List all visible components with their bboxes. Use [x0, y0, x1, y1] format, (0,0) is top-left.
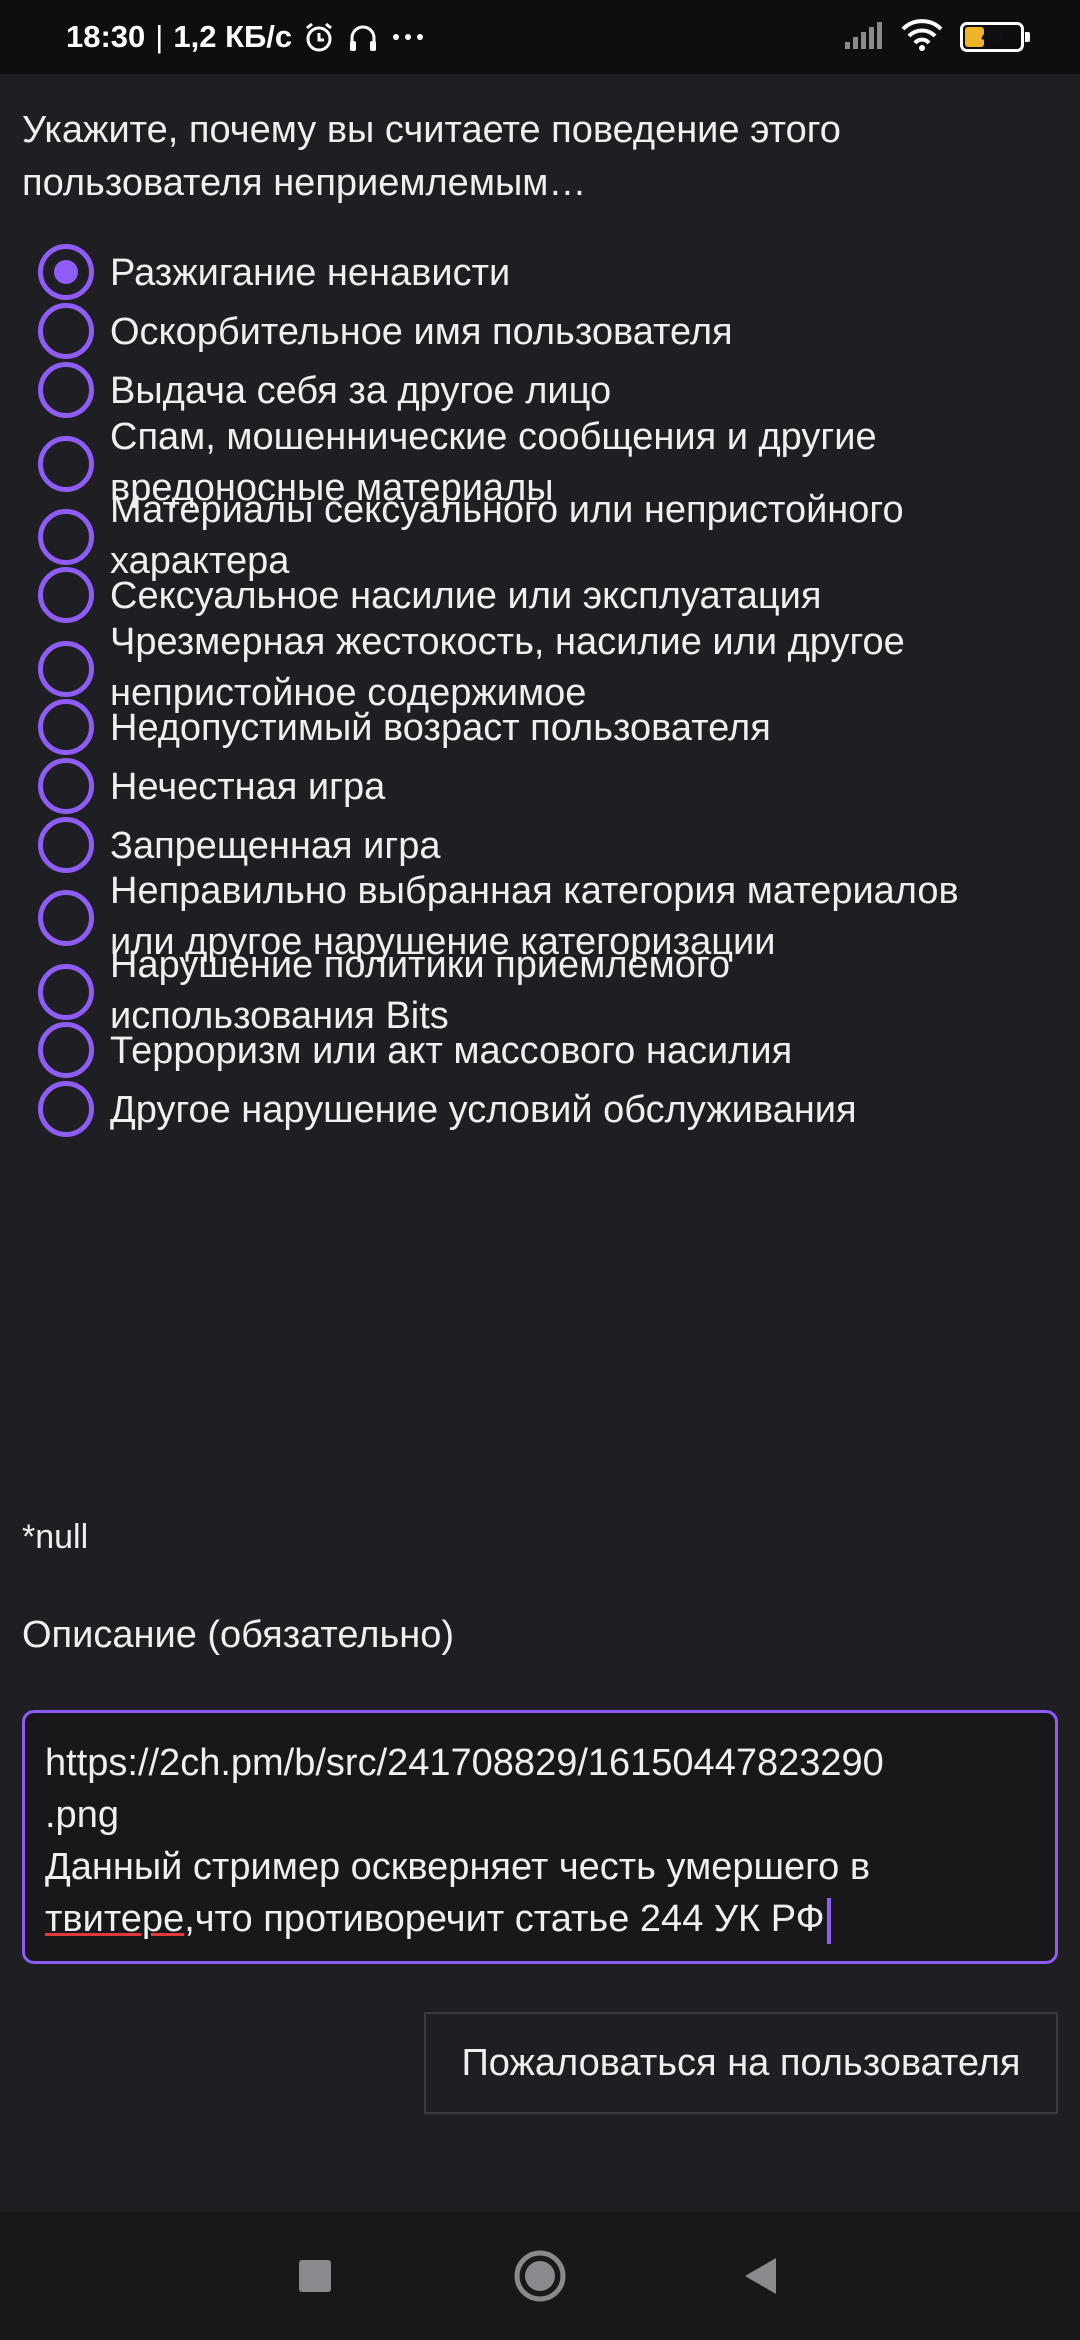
radio-button[interactable] [38, 303, 94, 359]
battery-level: 40 [981, 26, 1003, 47]
battery-icon: 40 [960, 22, 1030, 52]
radio-button[interactable] [38, 362, 94, 418]
navigation-bar [0, 2212, 1080, 2340]
description-field[interactable]: https://2ch.pm/b/src/241708829/161504478… [22, 1710, 1058, 1964]
description-label: Описание (обязательно) [22, 1614, 455, 1656]
description-line-3: Данный стример оскверняет честь умершего… [45, 1846, 871, 1888]
headphones-icon [346, 20, 380, 54]
option-label-line-1: Спам, мошеннические сообщения и другие [110, 416, 877, 458]
description-line-4-rest: ,что противоречит статье 244 УК РФ [184, 1898, 825, 1940]
description-line-4: твитере,что противоречит статье 244 УК Р… [45, 1893, 831, 1945]
option-other-tos[interactable]: Другое нарушение условий обслуживания [0, 1081, 1080, 1141]
prompt-line-2: пользователя неприемлемым… [22, 162, 587, 204]
option-label: Недопустимый возраст пользователя [110, 707, 771, 749]
report-prompt: Укажите, почему вы считаете поведение эт… [22, 104, 1022, 210]
option-offensive-username[interactable]: Оскорбительное имя пользователя [0, 303, 1080, 363]
option-label: Запрещенная игра [110, 825, 441, 867]
status-bar: 18:30 | 1,2 КБ/с 40 [0, 0, 1080, 74]
option-cheating[interactable]: Нечестная игра [0, 758, 1080, 818]
status-time: 18:30 [66, 19, 146, 54]
back-icon[interactable] [715, 2212, 805, 2340]
status-left: 18:30 | 1,2 КБ/с [66, 0, 426, 74]
option-label: Терроризм или акт массового насилия [110, 1030, 793, 1072]
option-hate-speech[interactable]: Разжигание ненависти [0, 244, 1080, 304]
wifi-icon [900, 18, 944, 57]
radio-button[interactable] [38, 758, 94, 814]
option-underage[interactable]: Недопустимый возраст пользователя [0, 699, 1080, 759]
report-user-button[interactable]: Пожаловаться на пользователя [424, 2012, 1058, 2114]
radio-button[interactable] [38, 1081, 94, 1137]
prompt-line-1: Укажите, почему вы считаете поведение эт… [22, 109, 841, 151]
alarm-icon [302, 20, 336, 54]
radio-button[interactable] [38, 567, 94, 623]
radio-button[interactable] [38, 964, 94, 1020]
radio-button[interactable] [38, 1022, 94, 1078]
radio-button[interactable] [38, 436, 94, 492]
option-label: Сексуальное насилие или эксплуатация [110, 575, 822, 617]
option-label-line-1: Неправильно выбранная категория материал… [110, 870, 959, 912]
status-separator: | [155, 19, 164, 54]
signal-icon [844, 20, 884, 55]
option-label: Разжигание ненависти [110, 252, 511, 294]
description-line-1: https://2ch.pm/b/src/241708829/161504478… [45, 1742, 884, 1784]
option-label-line-1: Чрезмерная жестокость, насилие или друго… [110, 621, 905, 663]
option-label: Выдача себя за другое лицо [110, 370, 612, 412]
option-terrorism[interactable]: Терроризм или акт массового насилия [0, 1022, 1080, 1082]
description-line-2: .png [45, 1794, 119, 1836]
home-icon[interactable] [495, 2212, 585, 2340]
network-speed: 1,2 КБ/с [173, 19, 293, 54]
radio-button[interactable] [38, 509, 94, 565]
text-cursor [826, 1897, 831, 1944]
misspelled-word: твитере [45, 1898, 185, 1940]
radio-button[interactable] [38, 699, 94, 755]
more-icon [390, 20, 426, 54]
radio-button[interactable] [38, 244, 94, 300]
option-label: Нечестная игра [110, 766, 386, 808]
radio-button[interactable] [38, 890, 94, 946]
option-label: Оскорбительное имя пользователя [110, 311, 733, 353]
option-label-line-1: Нарушение политики приемлемого [110, 944, 731, 986]
status-right: 40 [844, 0, 1030, 74]
option-label: Другое нарушение условий обслуживания [110, 1089, 857, 1131]
radio-button[interactable] [38, 817, 94, 873]
recents-icon[interactable] [270, 2212, 360, 2340]
radio-button[interactable] [38, 641, 94, 697]
option-label-line-1: Материалы сексуального или непристойного [110, 489, 904, 531]
required-note: *null [22, 1518, 89, 1556]
